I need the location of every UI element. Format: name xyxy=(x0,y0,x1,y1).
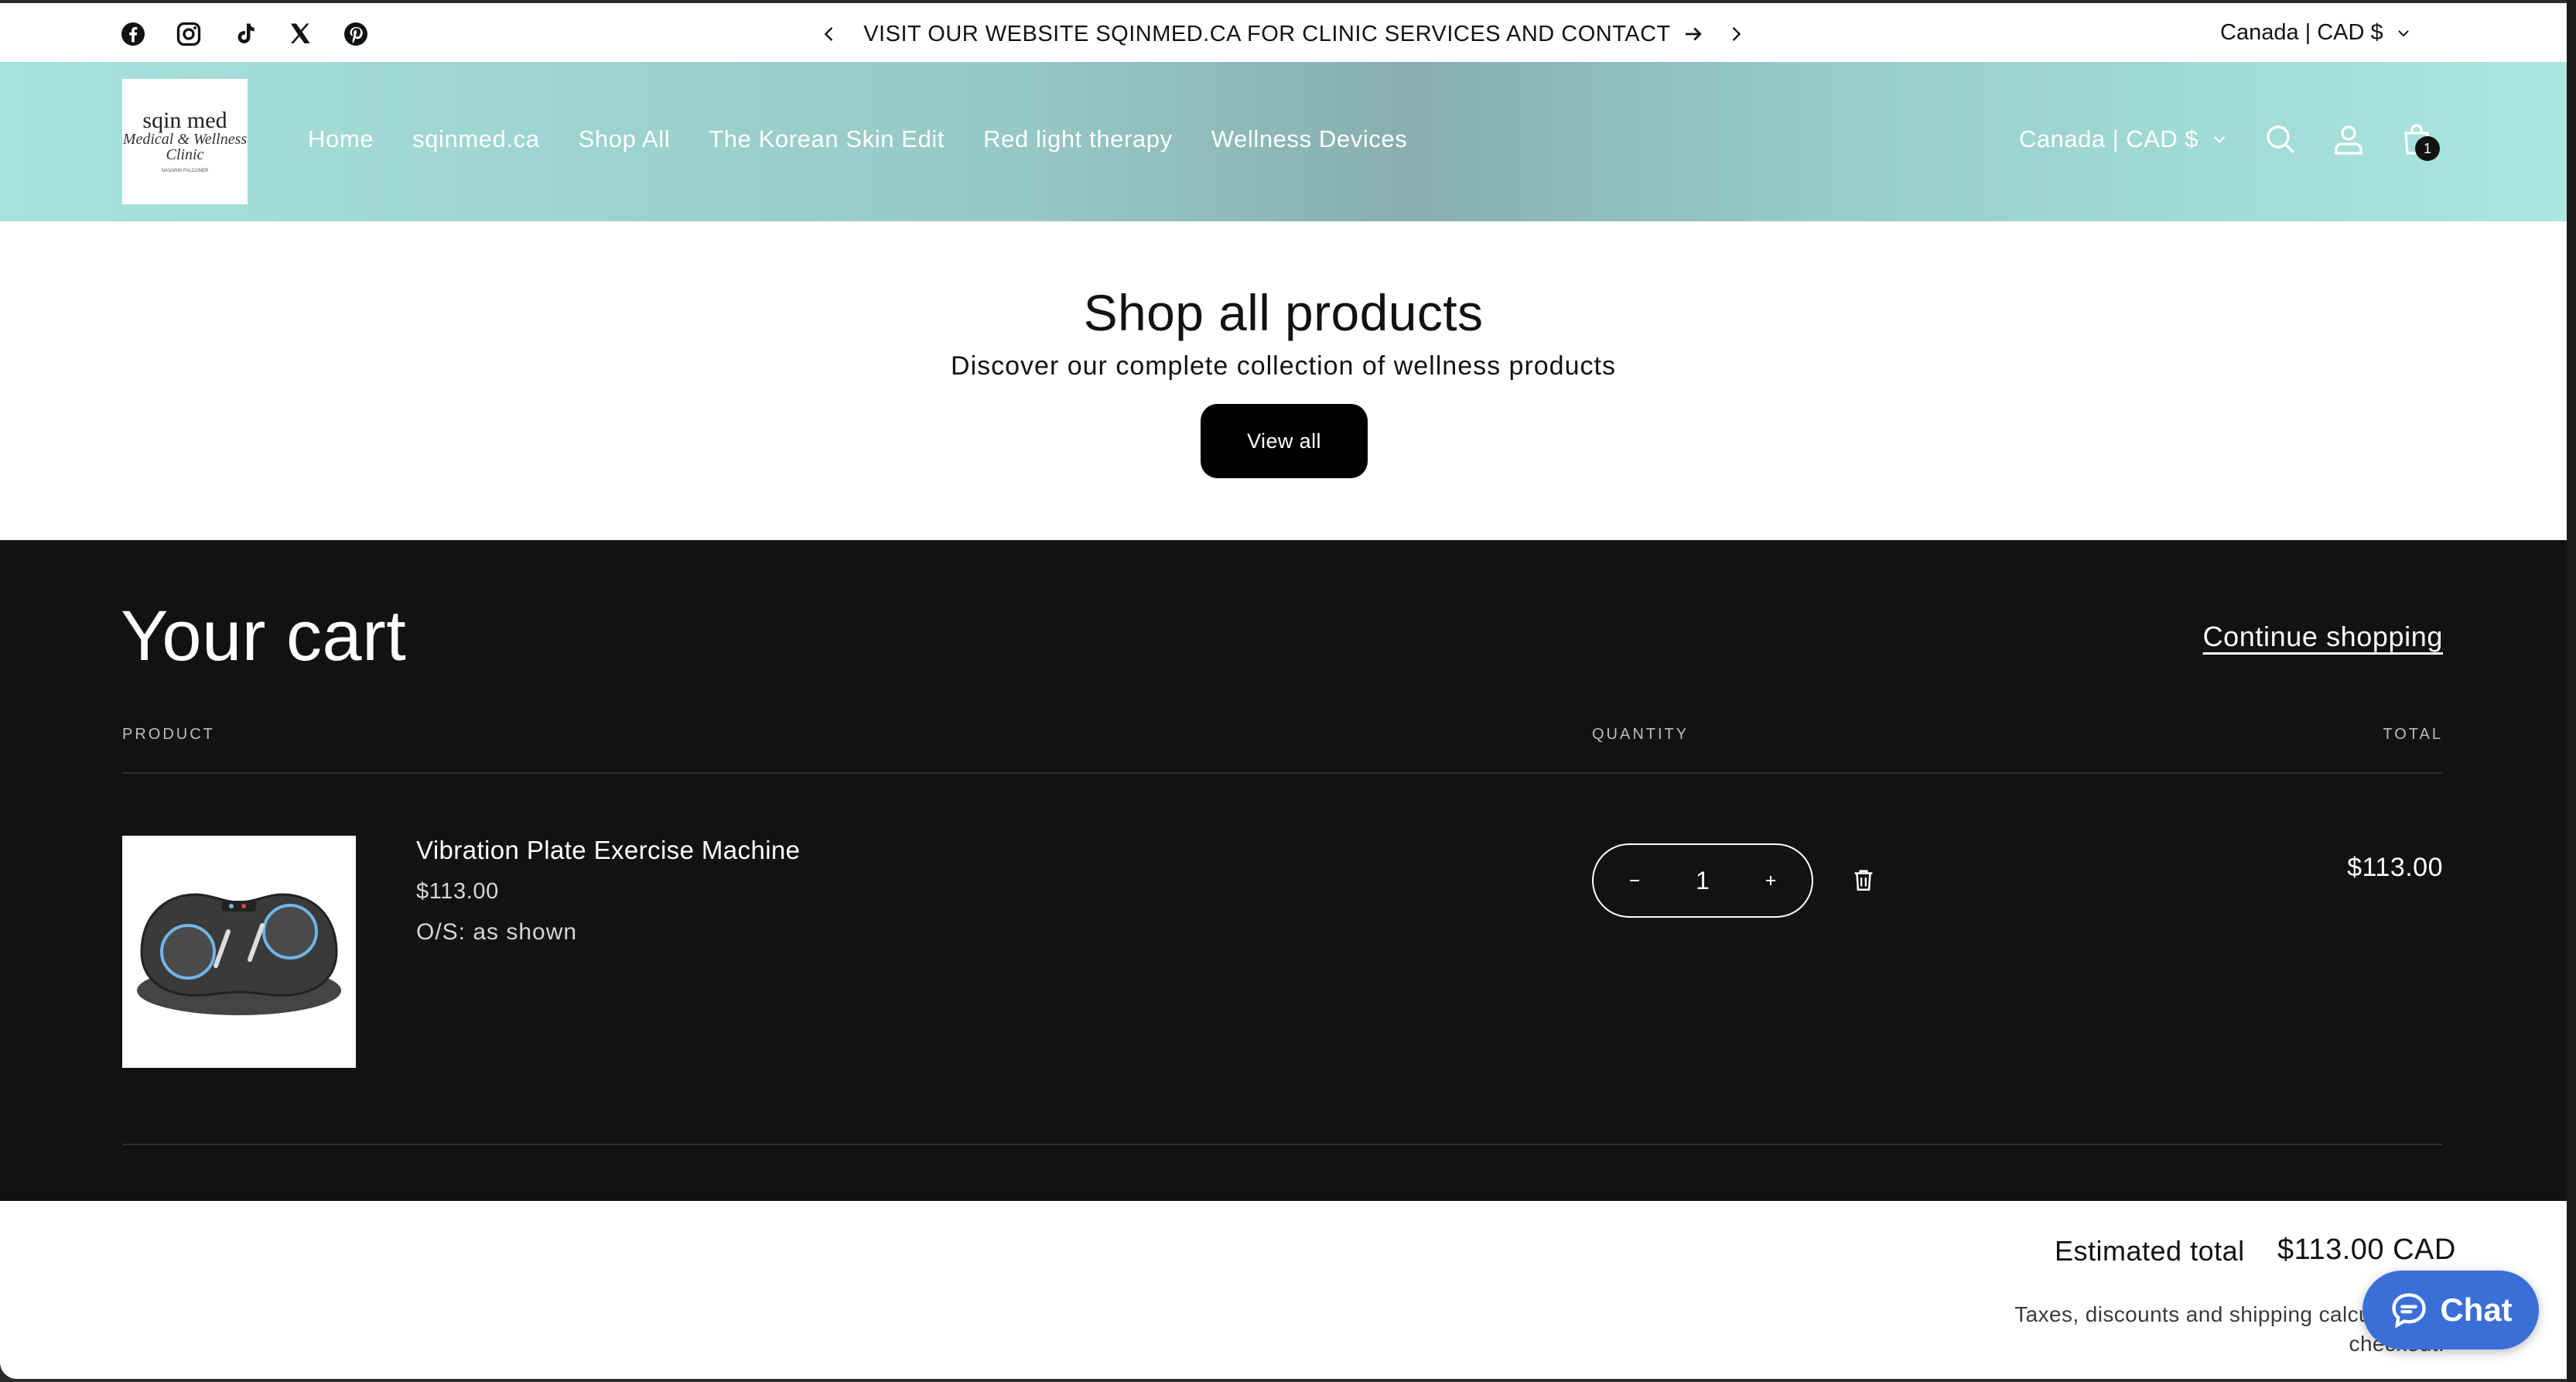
logo-subtext: Medical & Wellness xyxy=(122,131,248,148)
logo-owner: NASARIN FALCONER xyxy=(161,169,209,173)
logo-subtext-2: Clinic xyxy=(166,146,204,163)
site-header: sqin med Medical & Wellness Clinic NASAR… xyxy=(0,62,2567,221)
chevron-down-icon xyxy=(2213,135,2226,143)
continue-shopping-link[interactable]: Continue shopping xyxy=(2203,621,2443,653)
view-all-button[interactable]: View all xyxy=(1201,404,1368,478)
cart-divider-bottom xyxy=(122,1144,2442,1145)
column-header-product: PRODUCT xyxy=(122,726,215,743)
column-header-quantity: QUANTITY xyxy=(1592,726,1689,743)
column-header-total: TOTAL xyxy=(2383,726,2443,743)
cart-section: Your cart Continue shopping PRODUCT QUAN… xyxy=(0,540,2567,1201)
country-label: Canada | CAD $ xyxy=(2220,20,2383,45)
instagram-icon[interactable] xyxy=(175,20,203,48)
nav-item-shop-all[interactable]: Shop All xyxy=(579,125,671,153)
plus-icon xyxy=(1765,876,1775,885)
country-label: Canada | CAD $ xyxy=(2019,125,2199,152)
nav-item-home[interactable]: Home xyxy=(308,125,374,153)
cart-count-badge: 1 xyxy=(2415,136,2440,161)
chevron-down-icon xyxy=(2397,29,2409,36)
estimated-total-label: Estimated total xyxy=(2055,1235,2245,1267)
pinterest-icon[interactable] xyxy=(342,20,370,48)
x-icon[interactable] xyxy=(286,20,314,48)
social-links xyxy=(119,20,370,48)
country-selector-top[interactable]: Canada | CAD $ xyxy=(2220,20,2413,46)
minus-icon xyxy=(1630,880,1639,881)
announcement-next-button[interactable] xyxy=(1725,23,1747,45)
product-price: $113.00 xyxy=(416,879,499,904)
announcement-bar: VISIT OUR WEBSITE SQINMED.CA FOR CLINIC … xyxy=(0,0,2567,62)
account-icon[interactable] xyxy=(2330,121,2367,158)
nav-item-korean-skin-edit[interactable]: The Korean Skin Edit xyxy=(709,125,945,153)
cart-divider-top xyxy=(122,772,2442,774)
search-icon[interactable] xyxy=(2262,121,2299,158)
site-logo[interactable]: sqin med Medical & Wellness Clinic NASAR… xyxy=(122,79,248,204)
product-name[interactable]: Vibration Plate Exercise Machine xyxy=(416,836,800,865)
trash-icon xyxy=(1854,870,1873,891)
line-item-total: $113.00 xyxy=(2347,853,2443,882)
page-scrollbar[interactable] xyxy=(2567,0,2576,1382)
product-option: O/S: as shown xyxy=(416,919,578,945)
quantity-increase-button[interactable] xyxy=(1759,869,1782,892)
collection-banner: Shop all products Discover our complete … xyxy=(0,221,2567,540)
logo-text: sqin med xyxy=(142,108,227,133)
nav-item-red-light-therapy[interactable]: Red light therapy xyxy=(983,125,1173,153)
nav-item-sqinmed[interactable]: sqinmed.ca xyxy=(412,125,540,153)
estimated-total-value: $113.00 CAD xyxy=(2277,1233,2456,1266)
chat-label: Chat xyxy=(2440,1291,2513,1328)
announcement-text: VISIT OUR WEBSITE SQINMED.CA FOR CLINIC … xyxy=(863,21,1671,46)
browser-viewport: VISIT OUR WEBSITE SQINMED.CA FOR CLINIC … xyxy=(0,0,2567,1379)
facebook-icon[interactable] xyxy=(119,20,147,48)
page-subtitle: Discover our complete collection of well… xyxy=(951,351,1616,381)
chat-button[interactable]: Chat xyxy=(2362,1271,2539,1350)
nav-item-wellness-devices[interactable]: Wellness Devices xyxy=(1211,125,1408,153)
quantity-input[interactable]: 1 xyxy=(1696,867,1710,895)
announcement-message[interactable]: VISIT OUR WEBSITE SQINMED.CA FOR CLINIC … xyxy=(805,3,1764,65)
remove-item-button[interactable] xyxy=(1850,865,1877,895)
main-nav: Home sqinmed.ca Shop All The Korean Skin… xyxy=(308,125,1407,153)
quantity-stepper: 1 xyxy=(1592,843,1813,918)
country-selector-header[interactable]: Canada | CAD $ xyxy=(2019,125,2229,153)
cart-summary: Estimated total $113.00 CAD Taxes, disco… xyxy=(0,1201,2567,1379)
cart-title: Your cart xyxy=(121,597,407,676)
quantity-decrease-button[interactable] xyxy=(1623,869,1646,892)
arrow-right-icon xyxy=(1682,22,1705,46)
product-image[interactable] xyxy=(122,836,356,1068)
page-title: Shop all products xyxy=(1083,284,1484,341)
tiktok-icon[interactable] xyxy=(231,20,258,48)
chat-icon xyxy=(2392,1293,2426,1329)
